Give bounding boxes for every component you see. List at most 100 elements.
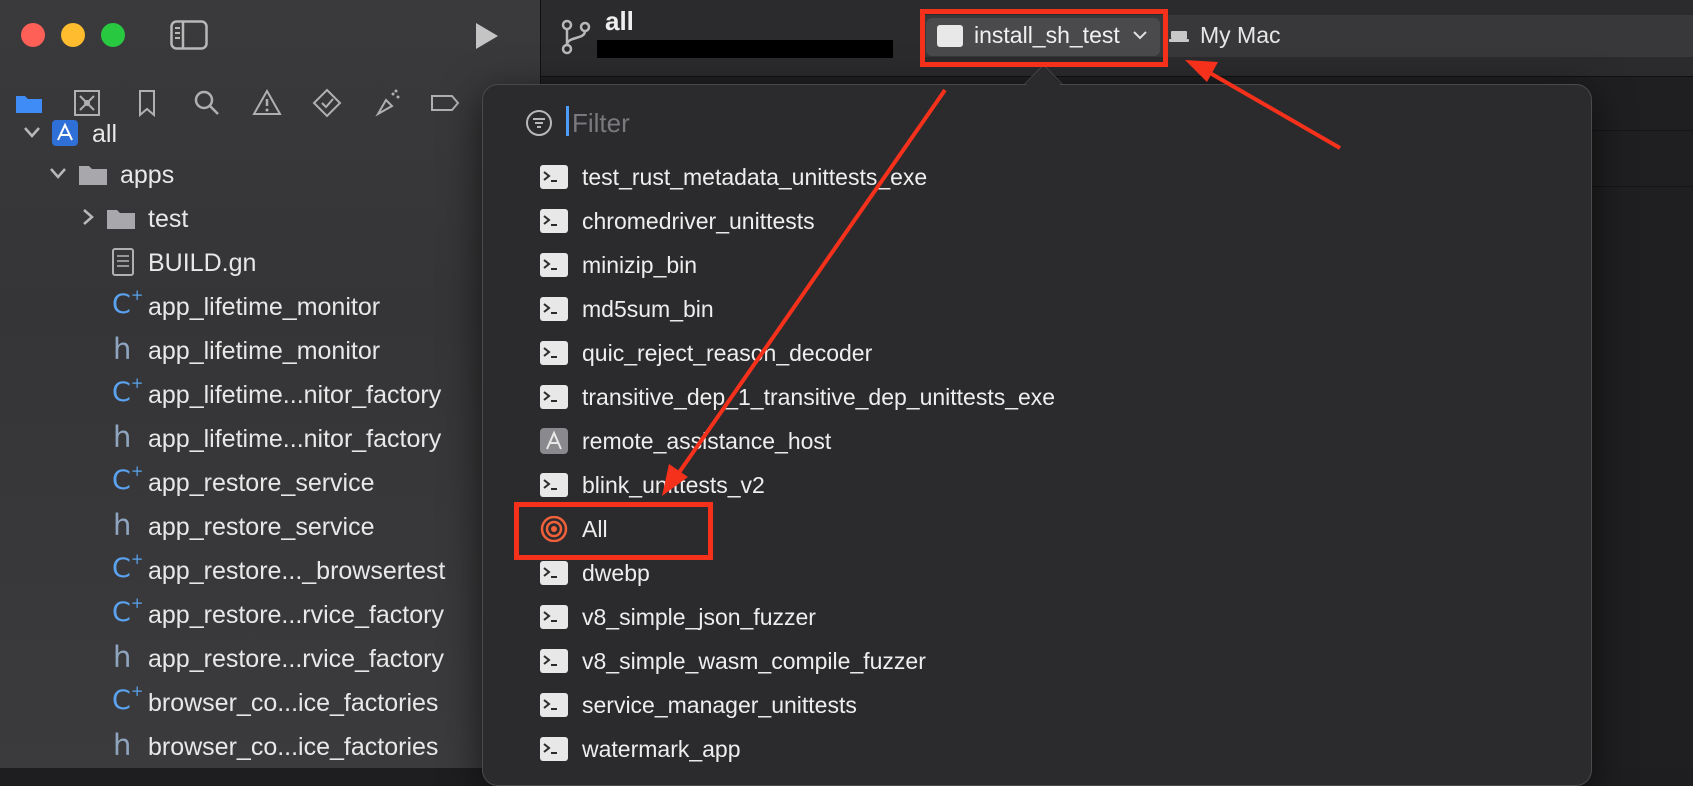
run-button[interactable] [470,20,502,52]
annotation-box-scheme [920,9,1168,67]
terminal-icon [540,561,568,585]
cpp-file-icon: C+ [112,286,144,320]
chevron-right-icon[interactable] [78,207,98,227]
annotation-box-all [514,502,713,560]
tree-item-label: app_lifetime...nitor_factory [148,425,442,453]
tree-item-file[interactable]: C+ app_restore...rvice_factory [0,593,540,637]
zoom-window-button[interactable] [101,23,125,47]
tree-item-file[interactable]: h app_restore_service [0,505,540,549]
cpp-file-icon: C+ [112,374,144,408]
target-item[interactable]: transitive_dep_1_transitive_dep_unittest… [482,376,1590,420]
document-icon [112,248,134,276]
target-label: minizip_bin [582,252,698,278]
tree-item-label: browser_co...ice_factories [148,689,439,717]
target-label: service_manager_unittests [582,692,857,718]
target-item[interactable]: md5sum_bin [482,288,1590,332]
branch-icon [561,19,591,55]
terminal-icon [540,693,568,717]
terminal-icon [540,605,568,629]
header-file-icon: h [113,332,132,366]
target-item[interactable]: watermark_app [482,728,1590,772]
project-navigator: all apps test BUILD.gn C+ app_lifetime_m… [0,0,541,768]
tree-item-folder[interactable]: apps [0,153,540,197]
target-item[interactable]: remote_assistance_host [482,420,1590,464]
target-label: v8_simple_wasm_compile_fuzzer [582,648,926,674]
cpp-file-icon: C+ [112,594,144,628]
window-titlebar [0,0,540,76]
tree-item-file[interactable]: C+ app_restore_service [0,461,540,505]
tree-item-label: app_lifetime_monitor [148,337,381,365]
tree-item-file[interactable]: h browser_co...ice_factories [0,725,540,769]
folder-icon [107,210,135,229]
target-item[interactable]: minizip_bin [482,244,1590,288]
tree-item-file[interactable]: C+ app_restore..._browsertest [0,549,540,593]
terminal-icon [540,165,568,189]
cpp-file-icon: C+ [112,462,144,496]
target-item[interactable]: service_manager_unittests [482,684,1590,728]
terminal-icon [540,649,568,673]
filter-input[interactable] [570,104,1174,142]
redacted-branch [597,40,893,58]
terminal-icon [540,341,568,365]
header-file-icon: h [113,728,132,762]
cpp-file-icon: C+ [112,682,144,716]
header-file-icon: h [113,640,132,674]
chevron-down-icon[interactable] [22,122,42,142]
tree-item-file[interactable]: BUILD.gn [0,241,540,285]
tree-item-project[interactable]: all [0,112,540,156]
run-destination[interactable]: My Mac [1200,22,1281,49]
target-item[interactable]: v8_simple_wasm_compile_fuzzer [482,640,1590,684]
tree-item-label: app_restore_service [148,513,375,541]
target-label: chromedriver_unittests [582,208,815,234]
tree-item-label: BUILD.gn [148,249,257,277]
target-label: v8_simple_json_fuzzer [582,604,816,630]
target-label: transitive_dep_1_transitive_dep_unittest… [582,384,1056,410]
project-icon [52,120,78,146]
terminal-icon [540,209,568,233]
target-item[interactable]: v8_simple_json_fuzzer [482,596,1590,640]
target-label: remote_assistance_host [582,428,832,454]
tree-item-label: app_restore_service [148,469,375,497]
terminal-icon [540,737,568,761]
cpp-file-icon: C+ [112,550,144,584]
target-label: test_rust_metadata_unittests_exe [582,164,928,190]
app-icon [540,428,568,454]
chevron-down-icon[interactable] [48,163,68,183]
text-cursor [566,106,569,136]
header-file-icon: h [113,508,132,542]
tree-item-label: app_restore...rvice_factory [148,601,444,629]
terminal-icon [540,253,568,277]
tree-item-file[interactable]: C+ browser_co...ice_factories [0,681,540,725]
tree-item-label: app_lifetime...nitor_factory [148,381,442,409]
tree-item-file[interactable]: C+ app_lifetime_monitor [0,285,540,329]
tree-item-label: browser_co...ice_factories [148,733,439,761]
target-item[interactable]: quic_reject_reason_decoder [482,332,1590,376]
tree-item-label: app_restore..._browsertest [148,557,446,585]
filter-icon [526,110,552,136]
tree-item-folder[interactable]: test [0,197,540,241]
project-title: all [605,6,634,36]
minimize-window-button[interactable] [61,23,85,47]
sidebar-toggle-icon[interactable] [170,20,208,50]
target-label: dwebp [582,560,650,586]
target-item[interactable]: chromedriver_unittests [482,200,1590,244]
tree-item-file[interactable]: h app_restore...rvice_factory [0,637,540,681]
tree-item-file[interactable]: C+ app_lifetime...nitor_factory [0,373,540,417]
tree-item-label: test [148,205,189,233]
tree-item-label: all [92,120,118,148]
tree-item-label: app_lifetime_monitor [148,293,381,321]
header-file-icon: h [113,420,132,454]
tree-item-file[interactable]: h app_lifetime...nitor_factory [0,417,540,461]
mac-device-icon [1169,31,1189,42]
tree-item-label: app_restore...rvice_factory [148,645,444,673]
target-label: quic_reject_reason_decoder [582,340,873,366]
terminal-icon [540,473,568,497]
terminal-icon [540,297,568,321]
tree-item-label: apps [120,161,175,189]
target-item[interactable]: test_rust_metadata_unittests_exe [482,156,1590,200]
folder-icon [79,166,107,185]
target-label: blink_unittests_v2 [582,472,765,498]
tree-item-file[interactable]: h app_lifetime_monitor [0,329,540,373]
close-window-button[interactable] [21,23,45,47]
target-label: md5sum_bin [582,296,714,322]
